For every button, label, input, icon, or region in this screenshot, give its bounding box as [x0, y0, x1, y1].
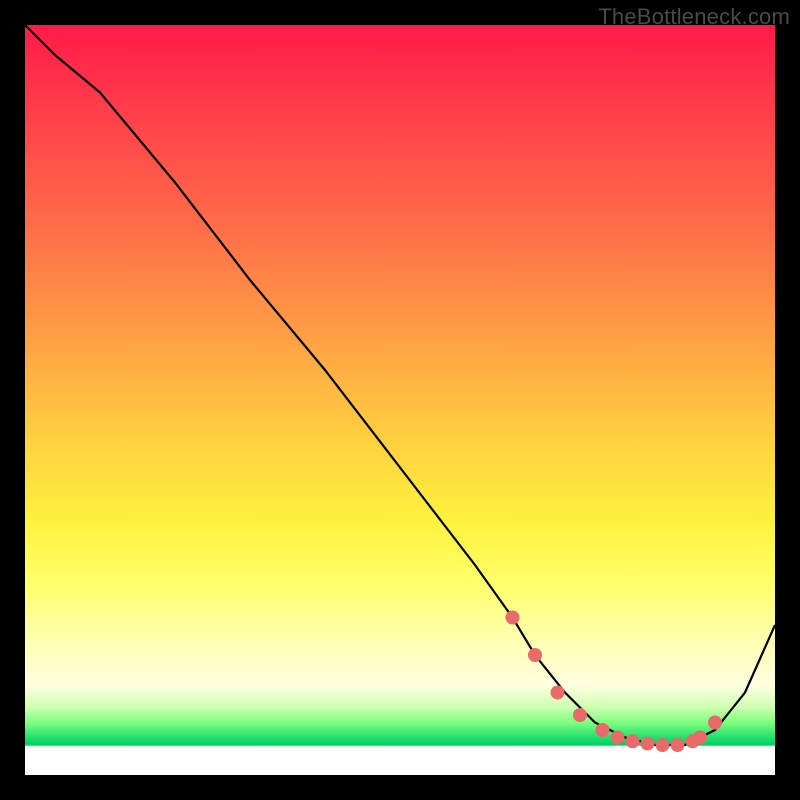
chart-svg — [25, 25, 775, 775]
marker-point — [626, 734, 640, 748]
marker-point — [573, 708, 587, 722]
marker-point — [693, 731, 707, 745]
marker-point — [656, 738, 670, 752]
bottleneck-curve — [25, 25, 775, 745]
marker-point — [611, 731, 625, 745]
marker-point — [506, 611, 520, 625]
chart-frame: TheBottleneck.com — [0, 0, 800, 800]
marker-point — [671, 738, 685, 752]
marker-point — [708, 716, 722, 730]
marker-point — [641, 737, 655, 751]
watermark-text: TheBottleneck.com — [598, 4, 790, 30]
plot-area — [25, 25, 775, 775]
marker-point — [551, 686, 565, 700]
marker-point — [596, 723, 610, 737]
marker-point — [528, 648, 542, 662]
